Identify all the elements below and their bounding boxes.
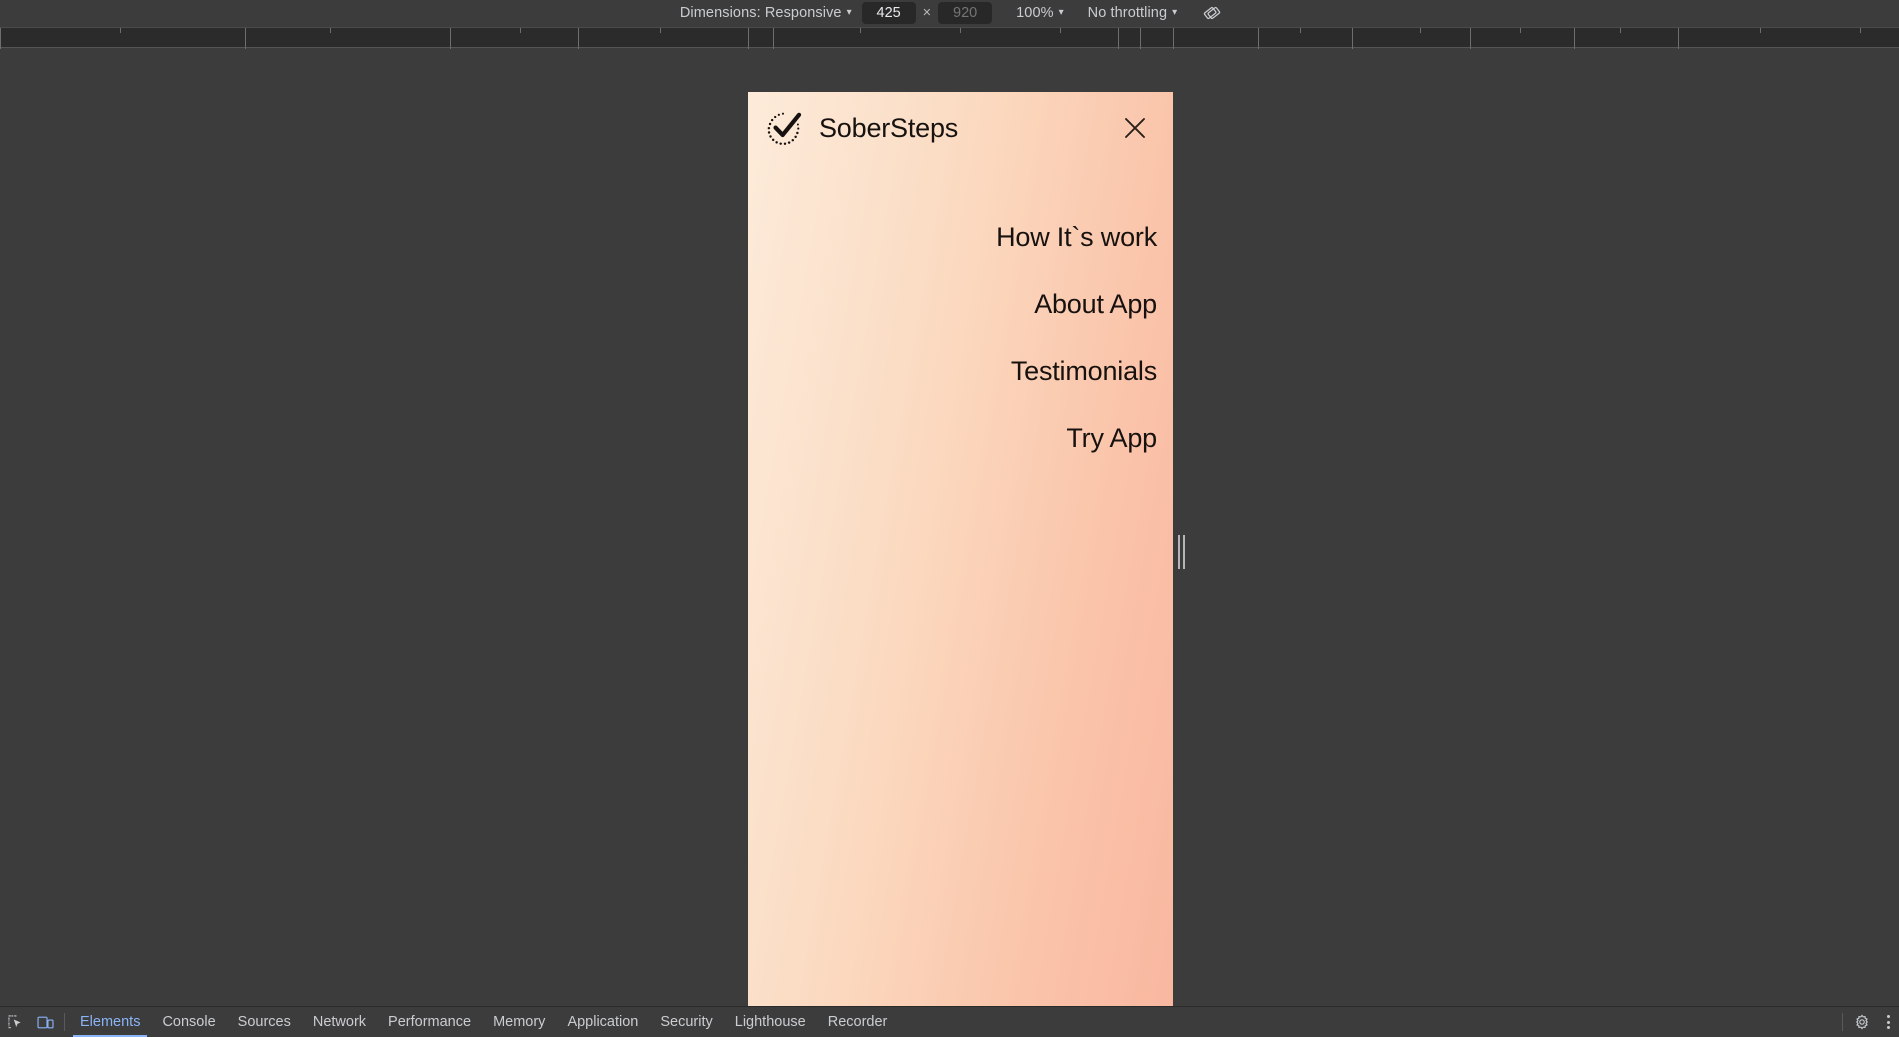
- close-menu-button[interactable]: [1118, 111, 1152, 145]
- menu-item-try-app[interactable]: Try App: [1066, 425, 1157, 452]
- page-content: SoberSteps How It`s work About App Testi…: [748, 92, 1173, 1006]
- tab-application[interactable]: Application: [556, 1007, 649, 1037]
- device-toolbar: Dimensions: Responsive ▾ × 100% ▾ No thr…: [0, 0, 1899, 27]
- kebab-dots: [1886, 1015, 1890, 1029]
- menu-item-how-its-work[interactable]: How It`s work: [996, 224, 1157, 251]
- tab-sources[interactable]: Sources: [227, 1007, 302, 1037]
- dimensions-dropdown[interactable]: Dimensions: Responsive ▾: [674, 3, 858, 23]
- chevron-down-icon: ▾: [1058, 6, 1064, 18]
- rotate-device-icon[interactable]: [1199, 2, 1225, 24]
- viewport-width-input[interactable]: [861, 2, 916, 24]
- zoom-label: 100%: [1016, 5, 1054, 21]
- checkmark-dotted-circle-logo: [767, 112, 802, 146]
- more-options-icon[interactable]: [1877, 1007, 1899, 1037]
- viewport-height-input[interactable]: [938, 2, 993, 24]
- device-viewport-area: SoberSteps How It`s work About App Testi…: [0, 48, 1899, 1006]
- zoom-dropdown[interactable]: 100% ▾: [1010, 3, 1070, 23]
- close-icon: [1125, 118, 1145, 138]
- chevron-down-icon: ▾: [1172, 6, 1178, 18]
- site-header: SoberSteps: [748, 92, 1173, 164]
- tab-security[interactable]: Security: [649, 1007, 723, 1037]
- dimensions-label: Dimensions: Responsive: [679, 5, 842, 21]
- tab-memory[interactable]: Memory: [482, 1007, 556, 1037]
- resize-width-handle[interactable]: [1173, 92, 1189, 1006]
- tab-recorder[interactable]: Recorder: [817, 1007, 899, 1037]
- devtools-tab-bar: Elements Console Sources Network Perform…: [0, 1006, 1899, 1037]
- throttling-label: No throttling: [1087, 5, 1168, 21]
- gear-icon[interactable]: [1847, 1007, 1877, 1037]
- device-frame: SoberSteps How It`s work About App Testi…: [748, 92, 1173, 1006]
- toggle-device-toolbar-icon[interactable]: [30, 1007, 60, 1037]
- tab-performance[interactable]: Performance: [377, 1007, 482, 1037]
- inspect-element-icon[interactable]: [0, 1007, 30, 1037]
- toolbar-divider: [64, 1013, 65, 1031]
- tab-console[interactable]: Console: [151, 1007, 226, 1037]
- tab-lighthouse[interactable]: Lighthouse: [724, 1007, 817, 1037]
- menu-item-about-app[interactable]: About App: [1034, 291, 1157, 318]
- viewport-ruler: [0, 27, 1899, 49]
- resize-grip-icon: [1177, 535, 1185, 569]
- tab-elements[interactable]: Elements: [69, 1007, 151, 1037]
- throttling-dropdown[interactable]: No throttling ▾: [1082, 3, 1184, 23]
- brand[interactable]: SoberSteps: [764, 106, 958, 150]
- menu-item-testimonials[interactable]: Testimonials: [1011, 358, 1157, 385]
- toolbar-divider: [1842, 1013, 1843, 1031]
- devtools-window: Dimensions: Responsive ▾ × 100% ▾ No thr…: [0, 0, 1899, 1037]
- tab-bar-spacer: [898, 1007, 1838, 1037]
- chevron-down-icon: ▾: [846, 6, 852, 18]
- brand-name: SoberSteps: [819, 112, 959, 143]
- tab-network[interactable]: Network: [302, 1007, 377, 1037]
- mobile-menu-nav: How It`s work About App Testimonials Try…: [748, 224, 1173, 452]
- dimension-separator: ×: [922, 5, 932, 21]
